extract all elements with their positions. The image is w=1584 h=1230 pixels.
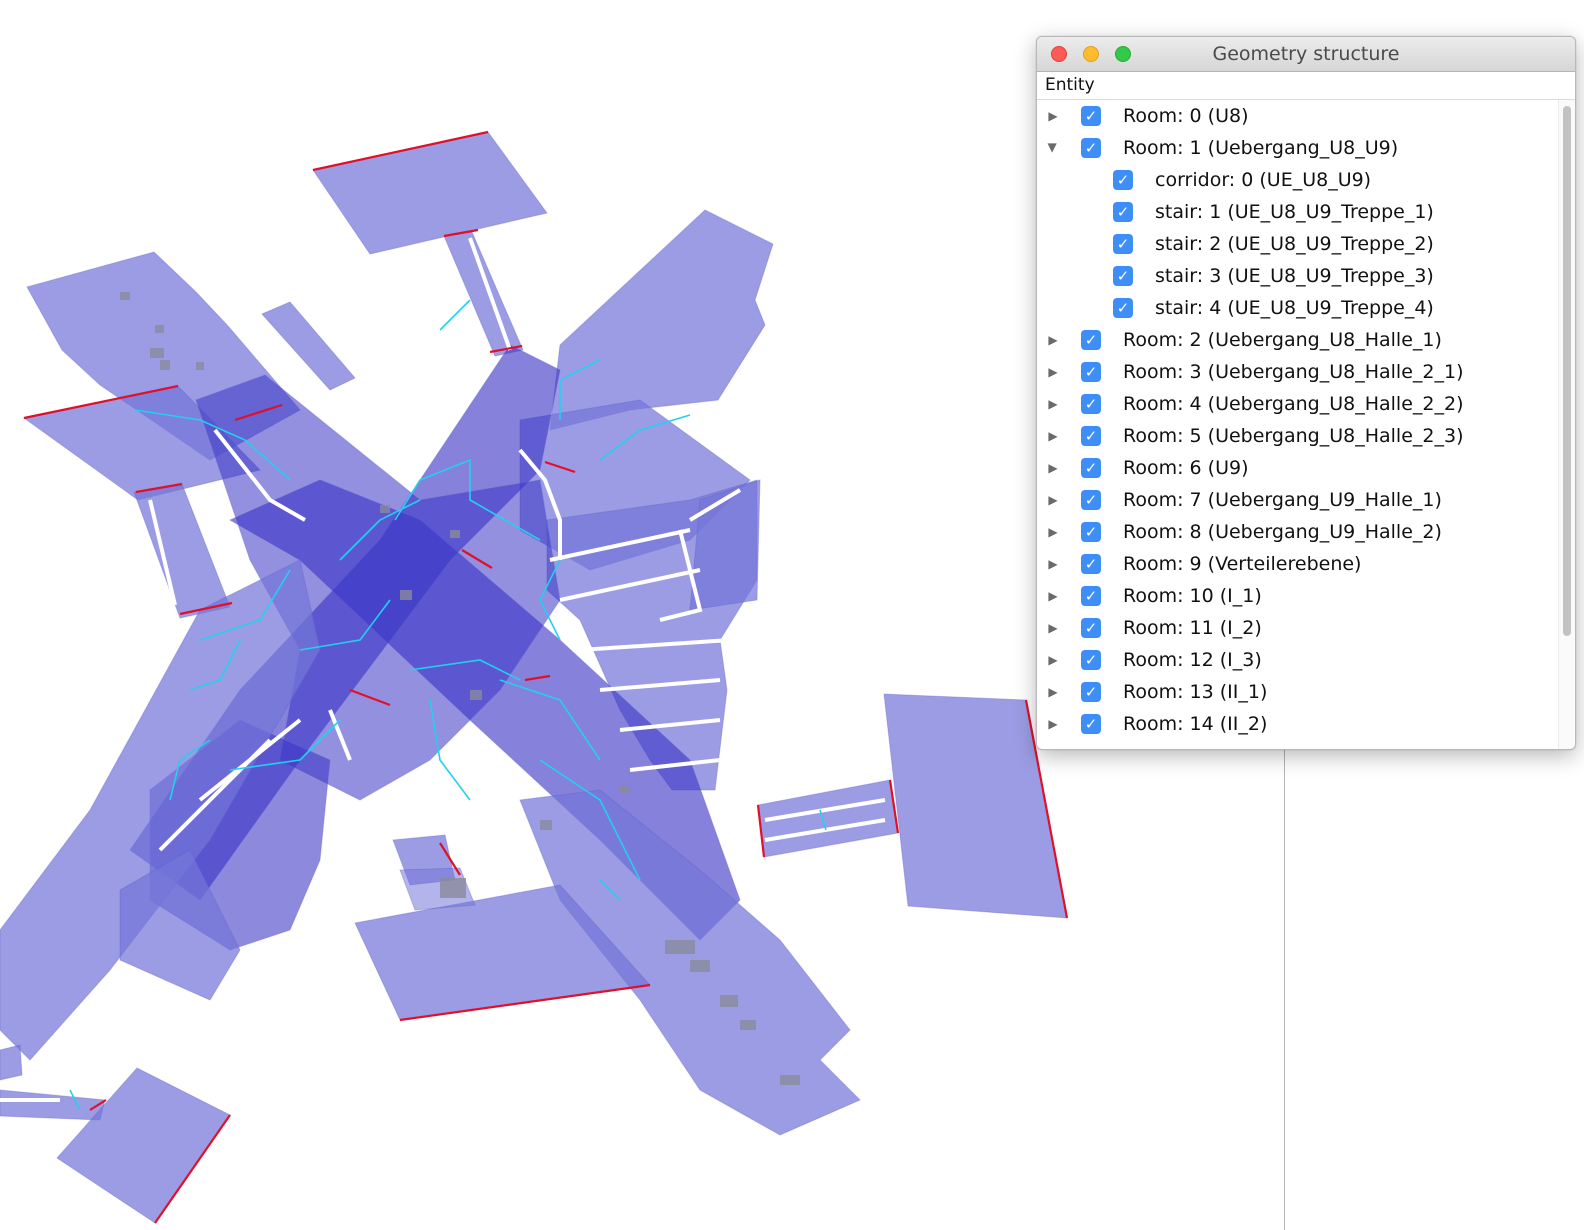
tree-row[interactable]: ▶ ✓ Room: 6 (U9): [1037, 452, 1575, 484]
row-label: corridor: 0 (UE_U8_U9): [1155, 169, 1372, 191]
row-checkbox[interactable]: ✓: [1081, 458, 1101, 478]
row-label: stair: 4 (UE_U8_U9_Treppe_4): [1155, 297, 1434, 319]
tree-row[interactable]: ▶ ✓ Room: 8 (Uebergang_U9_Halle_2): [1037, 516, 1575, 548]
tree-row[interactable]: ▶ ✓ Room: 5 (Uebergang_U8_Halle_2_3): [1037, 420, 1575, 452]
row-checkbox[interactable]: ✓: [1081, 394, 1101, 414]
tree-row[interactable]: ▶ ✓ Room: 11 (I_2): [1037, 612, 1575, 644]
row-checkbox[interactable]: ✓: [1081, 426, 1101, 446]
tree-row[interactable]: ▶ ✓ Room: 9 (Verteilerebene): [1037, 548, 1575, 580]
viewport-divider: [1284, 740, 1285, 1230]
tree-row[interactable]: ✓ corridor: 0 (UE_U8_U9): [1037, 164, 1575, 196]
disclosure-collapsed-icon[interactable]: ▶: [1047, 462, 1059, 474]
row-label: Room: 10 (I_1): [1123, 585, 1262, 607]
row-checkbox[interactable]: ✓: [1081, 138, 1101, 158]
row-label: stair: 3 (UE_U8_U9_Treppe_3): [1155, 265, 1434, 287]
row-label: Room: 9 (Verteilerebene): [1123, 553, 1362, 575]
room-slab: [56, 1067, 231, 1224]
row-label: Room: 14 (II_2): [1123, 713, 1268, 735]
tree-row[interactable]: ✓ stair: 4 (UE_U8_U9_Treppe_4): [1037, 292, 1575, 324]
tree-row[interactable]: ▶ ✓ Room: 14 (II_2): [1037, 708, 1575, 740]
tree-row[interactable]: ▶ ✓ Room: 12 (I_3): [1037, 644, 1575, 676]
tree-row[interactable]: ▶ ✓ Room: 2 (Uebergang_U8_Halle_1): [1037, 324, 1575, 356]
row-checkbox[interactable]: ✓: [1113, 202, 1133, 222]
window-titlebar[interactable]: Geometry structure: [1037, 37, 1575, 72]
row-label: Room: 5 (Uebergang_U8_Halle_2_3): [1123, 425, 1464, 447]
row-checkbox[interactable]: ✓: [1081, 650, 1101, 670]
row-label: Room: 6 (U9): [1123, 457, 1249, 479]
disclosure-collapsed-icon[interactable]: ▶: [1047, 398, 1059, 410]
corridor-slab: [0, 1089, 106, 1121]
disclosure-collapsed-icon[interactable]: ▶: [1047, 558, 1059, 570]
row-checkbox[interactable]: ✓: [1081, 714, 1101, 734]
row-checkbox[interactable]: ✓: [1081, 362, 1101, 382]
corridor-slab: [133, 483, 231, 619]
disclosure-collapsed-icon[interactable]: ▶: [1047, 654, 1059, 666]
row-label: Room: 1 (Uebergang_U8_U9): [1123, 137, 1399, 159]
room-slab: [549, 209, 774, 431]
disclosure-collapsed-icon[interactable]: ▶: [1047, 590, 1059, 602]
disclosure-collapsed-icon[interactable]: ▶: [1047, 366, 1059, 378]
row-label: Room: 0 (U8): [1123, 105, 1249, 127]
room-slab: [0, 1044, 23, 1081]
row-label: Room: 7 (Uebergang_U9_Halle_1): [1123, 489, 1442, 511]
corridor-slab: [443, 231, 524, 357]
row-checkbox[interactable]: ✓: [1081, 522, 1101, 542]
row-checkbox[interactable]: ✓: [1081, 106, 1101, 126]
geometry-structure-window: Geometry structure Entity ▶ ✓ Room: 0 (U8)…: [1036, 36, 1576, 750]
room-slab: [261, 301, 356, 391]
row-label: Room: 4 (Uebergang_U8_Halle_2_2): [1123, 393, 1464, 415]
disclosure-collapsed-icon[interactable]: ▶: [1047, 334, 1059, 346]
disclosure-collapsed-icon[interactable]: ▶: [1047, 526, 1059, 538]
row-checkbox[interactable]: ✓: [1081, 554, 1101, 574]
tree-row[interactable]: ▶ ✓ Room: 13 (II_1): [1037, 676, 1575, 708]
floor-plan-model: [0, 131, 1068, 1224]
row-label: stair: 2 (UE_U8_U9_Treppe_2): [1155, 233, 1434, 255]
tree-row[interactable]: ▶ ✓ Room: 1 (Uebergang_U8_U9): [1037, 132, 1575, 164]
tree-row[interactable]: ▶ ✓ Room: 0 (U8): [1037, 100, 1575, 132]
row-checkbox[interactable]: ✓: [1113, 266, 1133, 286]
row-label: Room: 11 (I_2): [1123, 617, 1262, 639]
disclosure-expanded-icon[interactable]: ▶: [1046, 142, 1060, 154]
disclosure-collapsed-icon[interactable]: ▶: [1047, 110, 1059, 122]
row-checkbox[interactable]: ✓: [1113, 298, 1133, 318]
row-label: stair: 1 (UE_U8_U9_Treppe_1): [1155, 201, 1434, 223]
window-title: Geometry structure: [1212, 43, 1400, 65]
row-checkbox[interactable]: ✓: [1113, 234, 1133, 254]
row-checkbox[interactable]: ✓: [1081, 586, 1101, 606]
row-checkbox[interactable]: ✓: [1081, 490, 1101, 510]
row-checkbox[interactable]: ✓: [1113, 170, 1133, 190]
row-label: Room: 13 (II_1): [1123, 681, 1268, 703]
row-label: Room: 2 (Uebergang_U8_Halle_1): [1123, 329, 1442, 351]
scrollbar-thumb[interactable]: [1563, 106, 1571, 636]
disclosure-collapsed-icon[interactable]: ▶: [1047, 430, 1059, 442]
row-checkbox[interactable]: ✓: [1081, 682, 1101, 702]
tree-row[interactable]: ▶ ✓ Room: 10 (I_1): [1037, 580, 1575, 612]
disclosure-collapsed-icon[interactable]: ▶: [1047, 622, 1059, 634]
row-checkbox[interactable]: ✓: [1081, 330, 1101, 350]
row-label: Room: 12 (I_3): [1123, 649, 1262, 671]
disclosure-collapsed-icon[interactable]: ▶: [1047, 718, 1059, 730]
disclosure-collapsed-icon[interactable]: ▶: [1047, 686, 1059, 698]
room-slab: [312, 131, 548, 255]
row-label: Room: 8 (Uebergang_U9_Halle_2): [1123, 521, 1442, 543]
tree-row[interactable]: ✓ stair: 2 (UE_U8_U9_Treppe_2): [1037, 228, 1575, 260]
tree-row[interactable]: ▶ ✓ Room: 4 (Uebergang_U8_Halle_2_2): [1037, 388, 1575, 420]
column-header-entity[interactable]: Entity: [1037, 72, 1575, 100]
tree-row[interactable]: ▶ ✓ Room: 3 (Uebergang_U8_Halle_2_1): [1037, 356, 1575, 388]
tree-row[interactable]: ✓ stair: 1 (UE_U8_U9_Treppe_1): [1037, 196, 1575, 228]
row-label: Room: 3 (Uebergang_U8_Halle_2_1): [1123, 361, 1464, 383]
disclosure-collapsed-icon[interactable]: ▶: [1047, 494, 1059, 506]
row-checkbox[interactable]: ✓: [1081, 618, 1101, 638]
tree-row[interactable]: ✓ stair: 3 (UE_U8_U9_Treppe_3): [1037, 260, 1575, 292]
entity-tree[interactable]: ▶ ✓ Room: 0 (U8) ▶ ✓ Room: 1 (Uebergang_U8_U9…: [1037, 100, 1575, 749]
vertical-scrollbar[interactable]: [1558, 100, 1575, 749]
tree-row[interactable]: ▶ ✓ Room: 7 (Uebergang_U9_Halle_1): [1037, 484, 1575, 516]
